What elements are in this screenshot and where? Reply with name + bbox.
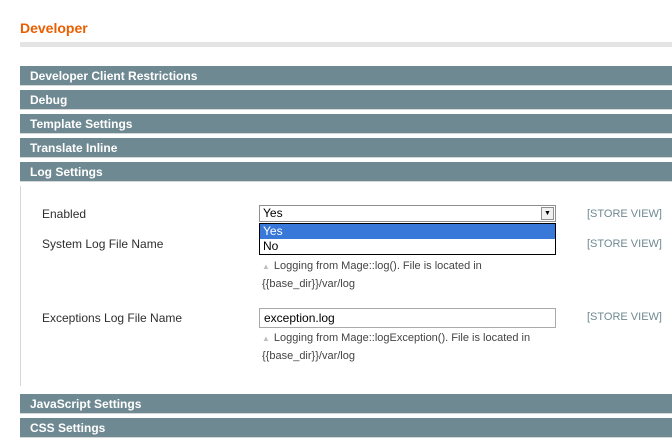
chevron-down-icon[interactable]: ▼: [541, 207, 554, 220]
exceptions-log-note: ▲ Logging from Mage::logException(). File…: [262, 330, 530, 347]
dropdown-option-no[interactable]: No: [260, 239, 555, 254]
section-debug[interactable]: Debug: [20, 90, 672, 110]
enabled-dropdown-list[interactable]: Yes No: [259, 223, 556, 255]
section-translate-inline[interactable]: Translate Inline: [20, 138, 672, 158]
exceptions-log-input[interactable]: exception.log: [259, 308, 556, 328]
section-javascript-settings[interactable]: JavaScript Settings: [20, 394, 672, 414]
system-log-note-path: {{base_dir}}/var/log: [262, 278, 355, 290]
note-arrow-icon: ▲: [262, 334, 270, 343]
page-title: Developer: [20, 20, 88, 36]
title-divider: [20, 42, 672, 47]
system-log-note: ▲ Logging from Mage::log(). File is locat…: [262, 258, 482, 275]
dropdown-option-yes[interactable]: Yes: [260, 224, 555, 239]
system-log-scope: [STORE VIEW]: [587, 238, 662, 250]
section-template-settings[interactable]: Template Settings: [20, 114, 672, 134]
enabled-select[interactable]: Yes ▼: [259, 205, 556, 222]
section-developer-client-restrictions[interactable]: Developer Client Restrictions: [20, 66, 672, 86]
system-log-label: System Log File Name: [42, 237, 164, 251]
section-log-settings[interactable]: Log Settings: [20, 162, 672, 182]
note-arrow-icon: ▲: [262, 262, 270, 271]
enabled-label: Enabled: [42, 207, 87, 221]
exceptions-log-label: Exceptions Log File Name: [42, 311, 183, 325]
enabled-select-value: Yes: [263, 206, 283, 220]
exceptions-log-note-line1: Logging from Mage::logException(). File …: [273, 332, 531, 344]
section-css-settings[interactable]: CSS Settings: [20, 418, 672, 438]
system-log-note-line1: Logging from Mage::log(). File is locate…: [273, 260, 482, 272]
exceptions-log-scope: [STORE VIEW]: [587, 311, 662, 323]
enabled-scope: [STORE VIEW]: [587, 208, 662, 220]
exceptions-log-note-path: {{base_dir}}/var/log: [262, 350, 355, 362]
